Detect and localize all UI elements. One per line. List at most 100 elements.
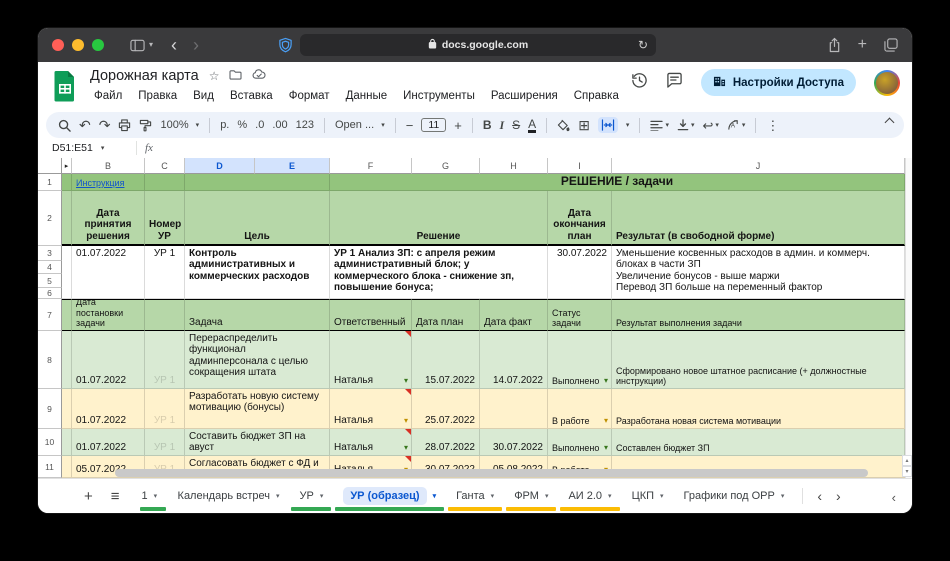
cell-F2[interactable]: Решение [330,191,548,246]
cell-B10[interactable]: 01.07.2022 [72,429,145,456]
tab-scroll-right-icon[interactable]: › [836,488,841,504]
sheet-tab-gantt[interactable]: Ганта▾ [446,479,504,513]
all-sheets-button[interactable]: ≡ [111,488,120,505]
cell-C3[interactable]: УР 1 [145,246,185,299]
cell-D1[interactable] [185,174,330,191]
row-header-10[interactable]: 10 [38,429,62,456]
menu-tools[interactable]: Инструменты [397,88,481,104]
back-button[interactable]: ‹ [171,36,177,54]
column-header-J[interactable]: J [612,158,905,174]
column-header-B[interactable]: B [72,158,145,174]
column-header-H[interactable]: H [480,158,548,174]
cell-J10[interactable]: Составлен бюджет ЗП [612,429,905,456]
cell-A10[interactable] [62,429,72,456]
new-tab-icon[interactable]: + [858,37,867,53]
cell-D9[interactable]: Разработать новую систему мотивацию (бон… [185,389,330,429]
cell-D2[interactable]: Цель [185,191,330,246]
cell-J8[interactable]: Сформировано новое штатное расписание (+… [612,331,905,389]
cell-H10[interactable]: 30.07.2022 [480,429,548,456]
cell-C8[interactable]: УР 1 [145,331,185,389]
sheet-tab-ckp[interactable]: ЦКП▾ [622,479,674,513]
cell-F10[interactable]: Наталья [330,429,412,456]
cell-A11[interactable] [62,456,72,478]
share-access-button[interactable]: Настройки Доступа [701,69,856,96]
column-header-I[interactable]: I [548,158,612,174]
minimize-window-button[interactable] [72,39,84,51]
horizontal-scrollbar[interactable] [115,469,868,477]
menu-data[interactable]: Данные [340,88,394,104]
column-header-F[interactable]: F [330,158,412,174]
cell-F8[interactable]: Наталья [330,331,412,389]
comments-icon[interactable] [666,72,683,93]
bold-button[interactable]: B [483,119,492,131]
horizontal-align-button[interactable]: ▾ [650,120,669,131]
scroll-up-icon[interactable]: ▴ [902,455,912,466]
more-toolbar-icon[interactable]: ⋮ [766,119,779,132]
cell-B9[interactable]: 01.07.2022 [72,389,145,429]
text-rotation-button[interactable]: A ▾ [727,119,746,131]
text-wrap-button[interactable]: ↩▾ [702,119,718,132]
scroll-down-icon[interactable]: ▾ [902,466,912,477]
number-format-button[interactable]: 123 [296,120,314,131]
strikethrough-button[interactable]: S [512,119,520,131]
cell-B2[interactable]: Дата принятия решения [72,191,145,246]
row-header-2[interactable]: 2 [38,191,62,246]
search-icon[interactable] [58,119,71,132]
row-header-1[interactable]: 1 [38,174,62,191]
forward-button[interactable]: › [193,36,199,54]
cell-H9[interactable] [480,389,548,429]
column-header-A[interactable]: ▸ [62,158,72,174]
cell-F7[interactable]: Ответственный [330,299,412,331]
vertical-scrollbar[interactable] [905,158,912,478]
cell-A7[interactable] [62,299,72,331]
row-header-11[interactable]: 11 [38,456,62,478]
cell-G9[interactable]: 25.07.2022 [412,389,480,429]
cell-C1[interactable] [145,174,185,191]
cell-J9[interactable]: Разработана новая система мотивации [612,389,905,429]
sheet-tab-frm[interactable]: ФРМ▾ [504,479,558,513]
decrease-font-size-button[interactable]: − [406,119,414,132]
merge-cells-button[interactable] [598,117,618,133]
font-size-input[interactable]: 11 [421,118,446,132]
collapse-panel-icon[interactable]: ‹ [892,490,896,505]
cell-B1[interactable]: Инструкция [72,174,145,191]
document-title[interactable]: Дорожная карта [90,68,199,84]
sheet-tab-0[interactable]: 1▾ [138,479,168,513]
menu-format[interactable]: Формат [283,88,336,104]
cell-A8[interactable] [62,331,72,389]
star-icon[interactable]: ☆ [209,69,220,83]
sidebar-caret-icon[interactable]: ▾ [149,41,153,49]
menu-insert[interactable]: Вставка [224,88,279,104]
cell-A1[interactable] [62,174,72,191]
address-bar[interactable]: docs.google.com ↻ [300,34,656,56]
cell-D7[interactable]: Задача [185,299,330,331]
increase-decimals-button[interactable]: .00 [272,120,287,131]
column-header-G[interactable]: G [412,158,480,174]
cell-C10[interactable]: УР 1 [145,429,185,456]
menu-view[interactable]: Вид [187,88,220,104]
cell-F3[interactable]: УР 1 Анализ ЗП: с апреля режим администр… [330,246,548,299]
text-color-button[interactable]: A [528,118,536,133]
vertical-align-button[interactable]: ▾ [677,119,695,131]
redo-icon[interactable]: ↷ [99,118,111,132]
privacy-shield-icon[interactable] [278,37,293,53]
column-header-D[interactable]: D [185,158,255,174]
close-window-button[interactable] [52,39,64,51]
cell-I9[interactable]: В работе [548,389,612,429]
currency-format-button[interactable]: р. [220,120,229,131]
sheet-tab-calendar[interactable]: Календарь встреч▾ [168,479,290,513]
row-header-7[interactable]: 7 [38,299,62,331]
cell-C7[interactable] [145,299,185,331]
avatar[interactable] [874,70,900,96]
row-header-3[interactable]: 3 [38,246,62,261]
sheet-tab-ai20[interactable]: АИ 2.0▾ [558,479,621,513]
cell-I7[interactable]: Статус задачи [548,299,612,331]
cell-J2[interactable]: Результат (в свободной форме) [612,191,905,246]
row-header-5[interactable]: 5 [38,274,62,288]
sheet-tab-ur-sample-active[interactable]: УР (образец)▾ [333,479,446,513]
version-history-icon[interactable] [631,72,648,94]
cell-B7[interactable]: Дата постановки задачи [72,299,145,331]
increase-font-size-button[interactable]: + [454,119,462,132]
spreadsheet-grid[interactable]: ▸BCDEFGHIJ1234567891011ИнструкцияРЕШЕНИЕ… [38,158,905,478]
cell-A3[interactable] [62,246,72,299]
